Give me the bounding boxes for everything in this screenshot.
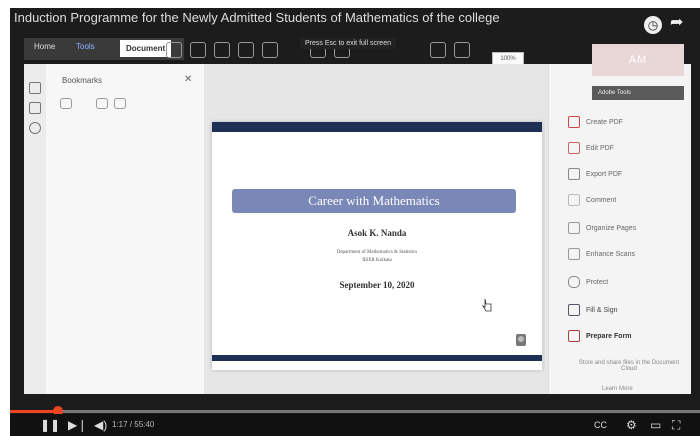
- attachment-icon[interactable]: [29, 122, 41, 134]
- share-icon[interactable]: ➦: [670, 14, 688, 32]
- bookmarks-toolbar: [60, 98, 150, 110]
- slide-author: Asok K. Nanda: [347, 228, 407, 238]
- next-icon[interactable]: ▶❘: [68, 418, 87, 432]
- upload-icon[interactable]: [190, 42, 206, 58]
- bookmark-icon[interactable]: [166, 42, 182, 58]
- avatar[interactable]: AM: [592, 44, 684, 76]
- miniplayer-icon[interactable]: ▭: [650, 418, 661, 432]
- left-nav-bar: [24, 64, 46, 394]
- pages-icon[interactable]: [29, 82, 41, 94]
- tool-organize-pages[interactable]: Organize Pages: [568, 222, 678, 236]
- edit-pdf-icon: [568, 142, 580, 155]
- print-icon[interactable]: [214, 42, 230, 58]
- bookmarks-panel: [46, 64, 205, 394]
- bookmarks-icon[interactable]: [29, 102, 41, 114]
- subtitles-icon[interactable]: CC: [594, 418, 607, 432]
- tab-home[interactable]: Home: [34, 42, 55, 51]
- slide-department: Department of Mathematics & Statistics: [336, 250, 418, 255]
- select-tool-icon[interactable]: [430, 42, 446, 58]
- slide-institute: IISER Kolkata: [362, 258, 392, 263]
- slide-title: Career with Mathematics: [232, 189, 516, 213]
- tools-panel-header: Adobe Tools: [592, 86, 684, 100]
- bookmarks-title: Bookmarks: [62, 76, 103, 85]
- tool-create-pdf[interactable]: Create PDF: [568, 116, 678, 130]
- settings-icon[interactable]: ⚙: [626, 418, 637, 432]
- pause-icon[interactable]: ❚❚: [40, 418, 60, 432]
- close-icon[interactable]: ✕: [184, 74, 192, 85]
- video-title[interactable]: Induction Programme for the Newly Admitt…: [14, 10, 574, 30]
- fullscreen-hint: Press Esc to exit full screen: [300, 38, 396, 49]
- hand-tool-icon[interactable]: [454, 42, 470, 58]
- progress-played: [10, 410, 58, 413]
- learn-more-link[interactable]: Learn More: [602, 386, 633, 392]
- progress-track[interactable]: [10, 410, 700, 413]
- tool-comment[interactable]: Comment: [568, 194, 678, 208]
- new-bookmark-icon[interactable]: [114, 98, 126, 109]
- protect-icon: [568, 276, 580, 289]
- create-pdf-icon: [568, 116, 580, 129]
- tool-fill-sign[interactable]: Fill & Sign: [568, 304, 678, 318]
- time-display: 1:17 / 55:40: [112, 420, 155, 429]
- tool-prepare-form[interactable]: Prepare Form: [568, 330, 678, 344]
- comment-icon: [568, 194, 580, 207]
- institute-logo-icon: [516, 334, 526, 346]
- document-cloud-text: Store and share files in the Document Cl…: [578, 360, 680, 372]
- search-icon[interactable]: [262, 42, 278, 58]
- fullscreen-icon[interactable]: ⛶: [672, 418, 680, 432]
- enhance-scans-icon: [568, 248, 580, 261]
- tab-tools[interactable]: Tools: [76, 42, 95, 51]
- delete-icon[interactable]: [96, 98, 108, 109]
- fill-sign-icon: [568, 304, 580, 317]
- slide-footer-bar: [212, 355, 542, 361]
- slide-date: September 10, 2020: [339, 280, 415, 290]
- tool-protect[interactable]: Protect: [568, 276, 678, 290]
- tool-export-pdf[interactable]: Export PDF: [568, 168, 678, 182]
- volume-icon[interactable]: ◀): [94, 418, 107, 432]
- prepare-form-icon: [568, 330, 580, 343]
- watch-later-icon[interactable]: ◷: [644, 16, 662, 34]
- tool-enhance-scans[interactable]: Enhance Scans: [568, 248, 678, 262]
- slide-page: [212, 122, 542, 370]
- hand-cursor-icon: [482, 298, 492, 312]
- export-pdf-icon: [568, 168, 580, 181]
- tool-edit-pdf[interactable]: Edit PDF: [568, 142, 678, 156]
- organize-pages-icon: [568, 222, 580, 235]
- email-icon[interactable]: [238, 42, 254, 58]
- bookmark-options-icon[interactable]: [60, 98, 72, 109]
